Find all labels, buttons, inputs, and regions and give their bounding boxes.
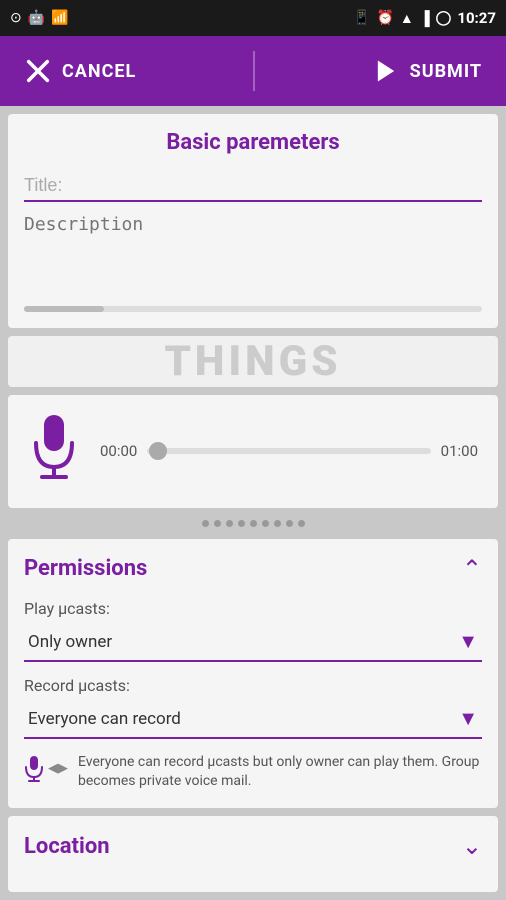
dots-indicator <box>8 516 498 531</box>
audio-controls: 00:00 01:00 <box>100 442 478 460</box>
main-content: Basic paremeters THINGS 00:00 <box>0 106 506 900</box>
alarm-icon: ⏰ <box>376 10 393 26</box>
toolbar-divider <box>253 51 255 91</box>
record-dropdown-value: Everyone can record <box>28 709 181 729</box>
basic-params-card: Basic paremeters <box>8 114 498 328</box>
play-dropdown[interactable]: Only owner ▼ <box>24 624 482 662</box>
audio-slider-thumb <box>149 442 167 460</box>
location-chevron-down-icon[interactable]: ⌄ <box>462 832 482 860</box>
submit-label: SUBMIT <box>410 61 482 82</box>
sound-waves-icon: ◀▶ <box>48 761 68 776</box>
audio-start-time: 00:00 <box>100 442 137 460</box>
audio-slider[interactable] <box>147 448 430 454</box>
dot-1 <box>202 520 209 527</box>
submit-icon <box>372 57 400 85</box>
cancel-button[interactable]: CANCEL <box>0 36 160 106</box>
permissions-info-row: ◀▶ Everyone can record µcasts but only o… <box>24 753 482 792</box>
record-dropdown[interactable]: Everyone can record ▼ <box>24 701 482 739</box>
location-title: Location <box>24 834 110 859</box>
description-input[interactable] <box>24 214 482 294</box>
toolbar: CANCEL SUBMIT <box>0 36 506 106</box>
sync-icon: ◯ <box>436 10 452 26</box>
things-banner: THINGS <box>8 336 498 387</box>
android-icon: ⊙ <box>10 10 22 26</box>
robot-icon: 🤖 <box>28 10 45 26</box>
location-header: Location ⌄ <box>24 832 482 860</box>
dot-2 <box>214 520 221 527</box>
permissions-card: Permissions ⌃ Play µcasts: Only owner ▼ … <box>8 539 498 808</box>
play-dropdown-arrow-icon: ▼ <box>458 629 478 654</box>
permissions-info-text: Everyone can record µcasts but only owne… <box>78 753 482 792</box>
signal-icon: 📶 <box>51 10 68 26</box>
submit-button[interactable]: SUBMIT <box>348 36 506 106</box>
play-dropdown-value: Only owner <box>28 632 112 652</box>
title-input[interactable] <box>24 171 482 202</box>
description-scrollbar <box>24 306 482 312</box>
dot-5 <box>250 520 257 527</box>
permissions-chevron-icon[interactable]: ⌃ <box>462 555 482 583</box>
cancel-x-icon <box>24 57 52 85</box>
network-icon: ▐ <box>420 10 430 27</box>
wifi-icon: ▲ <box>400 10 414 27</box>
status-bar: ⊙ 🤖 📶 📱 ⏰ ▲ ▐ ◯ 10:27 <box>0 0 506 36</box>
record-label: Record µcasts: <box>24 676 482 695</box>
dot-8 <box>286 520 293 527</box>
device-icon: 📱 <box>353 10 370 26</box>
basic-params-title: Basic paremeters <box>24 130 482 155</box>
dot-7 <box>274 520 281 527</box>
dot-3 <box>226 520 233 527</box>
dot-4 <box>238 520 245 527</box>
clock: 10:27 <box>457 9 496 27</box>
play-label: Play µcasts: <box>24 599 482 618</box>
location-card: Location ⌄ <box>8 816 498 892</box>
permissions-title: Permissions <box>24 556 147 581</box>
audio-card: 00:00 01:00 <box>8 395 498 508</box>
cancel-label: CANCEL <box>62 61 136 82</box>
dot-6 <box>262 520 269 527</box>
audio-end-time: 01:00 <box>441 442 478 460</box>
status-bar-left: ⊙ 🤖 📶 <box>10 10 69 26</box>
microphone-icon <box>28 411 80 492</box>
description-scroll-thumb <box>24 306 104 312</box>
record-dropdown-arrow-icon: ▼ <box>458 706 478 731</box>
dot-9 <box>298 520 305 527</box>
things-text: THINGS <box>164 337 341 386</box>
info-mic-icon: ◀▶ <box>24 755 68 783</box>
permissions-header: Permissions ⌃ <box>24 555 482 583</box>
status-bar-right: 📱 ⏰ ▲ ▐ ◯ 10:27 <box>353 9 496 27</box>
